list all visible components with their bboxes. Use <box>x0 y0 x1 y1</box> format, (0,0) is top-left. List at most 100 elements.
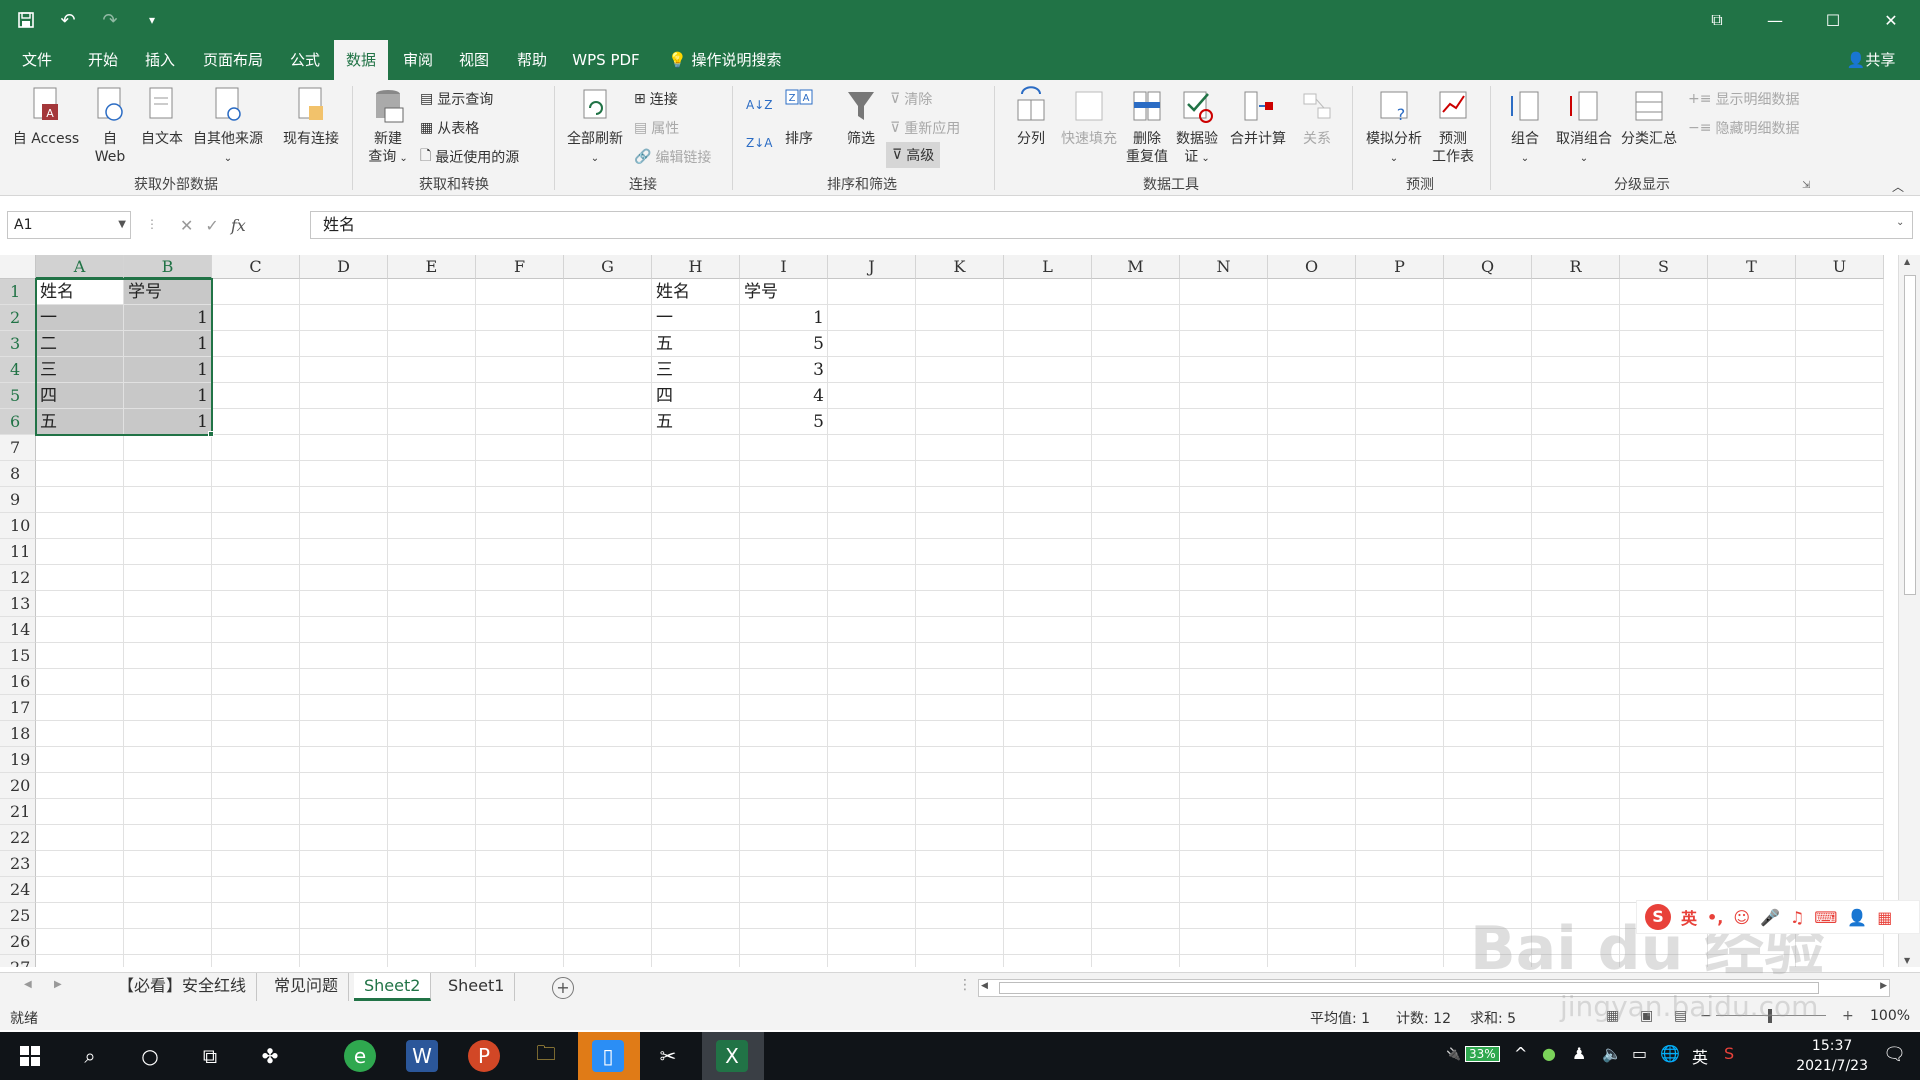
data-validation-button[interactable]: 数据验 证 ⌄ <box>1172 86 1222 168</box>
insert-function-icon[interactable]: fx <box>231 216 246 235</box>
scroll-left-icon[interactable]: ◀ <box>981 981 988 991</box>
row-header-6[interactable]: 6 <box>0 409 36 435</box>
select-all-corner[interactable] <box>0 255 36 279</box>
text-to-columns-button[interactable]: 分列 <box>1008 86 1054 148</box>
sogou-logo-icon[interactable]: S <box>1645 904 1671 930</box>
cell-i2[interactable]: 1 <box>740 305 828 331</box>
cell-i1[interactable]: 学号 <box>740 279 828 305</box>
flash-fill-button[interactable]: 快速填充 <box>1058 86 1120 148</box>
column-header-f[interactable]: F <box>476 255 564 279</box>
column-header-s[interactable]: S <box>1620 255 1708 279</box>
restore-button[interactable]: ☐ <box>1804 0 1862 40</box>
cell-i5[interactable]: 4 <box>740 383 828 409</box>
row-header-21[interactable]: 21 <box>0 799 36 825</box>
sort-a-z-button[interactable]: A↓Z <box>746 94 772 116</box>
column-header-b[interactable]: B <box>124 255 212 279</box>
row-header-9[interactable]: 9 <box>0 487 36 513</box>
column-header-m[interactable]: M <box>1092 255 1180 279</box>
vertical-scroll-thumb[interactable] <box>1904 275 1916 595</box>
next-sheet-icon[interactable]: ▶ <box>54 979 62 990</box>
column-header-c[interactable]: C <box>212 255 300 279</box>
column-header-q[interactable]: Q <box>1444 255 1532 279</box>
apps-grid-icon[interactable]: ▦ <box>1877 908 1892 927</box>
tab-insert[interactable]: 插入 <box>134 40 186 80</box>
zoom-in-icon[interactable]: + <box>1842 1008 1854 1024</box>
windows-start-icon[interactable] <box>14 1040 46 1072</box>
wechat-icon[interactable]: ● <box>1542 1044 1556 1063</box>
page-layout-view-icon[interactable]: ▣ <box>1640 1008 1653 1024</box>
tab-help[interactable]: 帮助 <box>504 40 560 80</box>
globe-icon[interactable]: 🌐 <box>1660 1044 1680 1063</box>
enter-icon[interactable]: ✓ <box>205 216 218 235</box>
cell-h2[interactable]: 一 <box>652 305 740 331</box>
row-header-2[interactable]: 2 <box>0 305 36 331</box>
connections-button[interactable]: ⊞ 连接 <box>634 88 678 110</box>
column-header-i[interactable]: I <box>740 255 828 279</box>
tab-formulas[interactable]: 公式 <box>280 40 330 80</box>
cell-i6[interactable]: 5 <box>740 409 828 435</box>
from-other-sources-button[interactable]: 自其他来源 ⌄ <box>190 86 266 168</box>
row-header-16[interactable]: 16 <box>0 669 36 695</box>
row-header-18[interactable]: 18 <box>0 721 36 747</box>
column-header-g[interactable]: G <box>564 255 652 279</box>
column-header-o[interactable]: O <box>1268 255 1356 279</box>
what-if-analysis-button[interactable]: ? 模拟分析 ⌄ <box>1362 86 1426 168</box>
browser-icon[interactable]: e <box>344 1040 376 1072</box>
keyboard-icon[interactable]: ⌨ <box>1814 908 1837 927</box>
column-header-h[interactable]: H <box>652 255 740 279</box>
emoji-icon[interactable]: ☺ <box>1733 908 1750 927</box>
forecast-sheet-button[interactable]: 预测 工作表 <box>1428 86 1478 166</box>
tell-me-search[interactable]: 💡 操作说明搜索 <box>668 40 808 80</box>
cell-h5[interactable]: 四 <box>652 383 740 409</box>
battery-indicator[interactable]: 🔌 33% <box>1446 1046 1500 1062</box>
row-header-27[interactable]: 27 <box>0 955 36 967</box>
relationships-button[interactable]: 关系 <box>1296 86 1338 148</box>
column-header-r[interactable]: R <box>1532 255 1620 279</box>
column-header-t[interactable]: T <box>1708 255 1796 279</box>
qq-icon[interactable]: ♟ <box>1572 1044 1586 1063</box>
edit-links-button[interactable]: 🔗 编辑链接 <box>634 146 711 168</box>
cell-h4[interactable]: 三 <box>652 357 740 383</box>
column-header-e[interactable]: E <box>388 255 476 279</box>
collapse-ribbon-icon[interactable]: ︿ <box>1892 178 1904 195</box>
cell-h6[interactable]: 五 <box>652 409 740 435</box>
show-detail-button[interactable]: +≡ 显示明细数据 <box>1688 88 1799 110</box>
close-button[interactable]: ✕ <box>1862 0 1920 40</box>
undo-button[interactable]: ↶ <box>52 6 84 34</box>
show-queries-button[interactable]: ▤ 显示查询 <box>420 88 493 110</box>
task-view-icon[interactable]: ⧉ <box>194 1040 226 1072</box>
ime-lang[interactable]: 英 <box>1681 905 1697 929</box>
sheet-tab-faq[interactable]: 常见问题 <box>264 973 350 1001</box>
from-text-button[interactable]: 自文本 <box>136 86 188 148</box>
notification-icon[interactable]: 🗨 <box>1883 1044 1906 1065</box>
phone-app-icon[interactable]: ▯ <box>592 1040 624 1072</box>
row-header-20[interactable]: 20 <box>0 773 36 799</box>
voice-icon[interactable]: 🎤 <box>1760 908 1780 927</box>
ime-language[interactable]: 英 <box>1692 1044 1708 1068</box>
network-icon[interactable]: ▭ <box>1632 1044 1647 1063</box>
column-header-j[interactable]: J <box>828 255 916 279</box>
sort-button[interactable]: ZA 排序 <box>778 86 820 148</box>
save-button[interactable] <box>10 6 42 34</box>
cell-h3[interactable]: 五 <box>652 331 740 357</box>
excel-icon[interactable]: X <box>716 1040 748 1072</box>
zoom-level[interactable]: 100% <box>1870 1008 1910 1024</box>
column-header-u[interactable]: U <box>1796 255 1884 279</box>
remove-duplicates-button[interactable]: 删除 重复值 <box>1124 86 1170 166</box>
worksheet-grid[interactable]: A B C D E F G H I J K L M N O P Q R S T U 1 2 3 4 5 6 7 8 9 10 11 12 13 14… <box>0 255 1900 967</box>
advanced-filter-button[interactable]: ⊽ 高级 <box>886 142 941 168</box>
prev-sheet-icon[interactable]: ◀ <box>24 979 32 990</box>
new-query-button[interactable]: 新建 查询 ⌄ <box>360 86 416 168</box>
scroll-up-icon[interactable]: ▲ <box>1904 257 1910 266</box>
row-header-15[interactable]: 15 <box>0 643 36 669</box>
group-button[interactable]: 组合 ⌄ <box>1500 86 1550 168</box>
row-header-13[interactable]: 13 <box>0 591 36 617</box>
page-break-view-icon[interactable]: ▤ <box>1674 1008 1687 1024</box>
row-header-22[interactable]: 22 <box>0 825 36 851</box>
column-header-a[interactable]: A <box>36 255 124 279</box>
zoom-out-icon[interactable]: − <box>1700 1008 1712 1024</box>
normal-view-icon[interactable]: ▦ <box>1606 1008 1619 1024</box>
cell-i3[interactable]: 5 <box>740 331 828 357</box>
row-header-24[interactable]: 24 <box>0 877 36 903</box>
from-table-button[interactable]: ▦ 从表格 <box>420 117 479 139</box>
